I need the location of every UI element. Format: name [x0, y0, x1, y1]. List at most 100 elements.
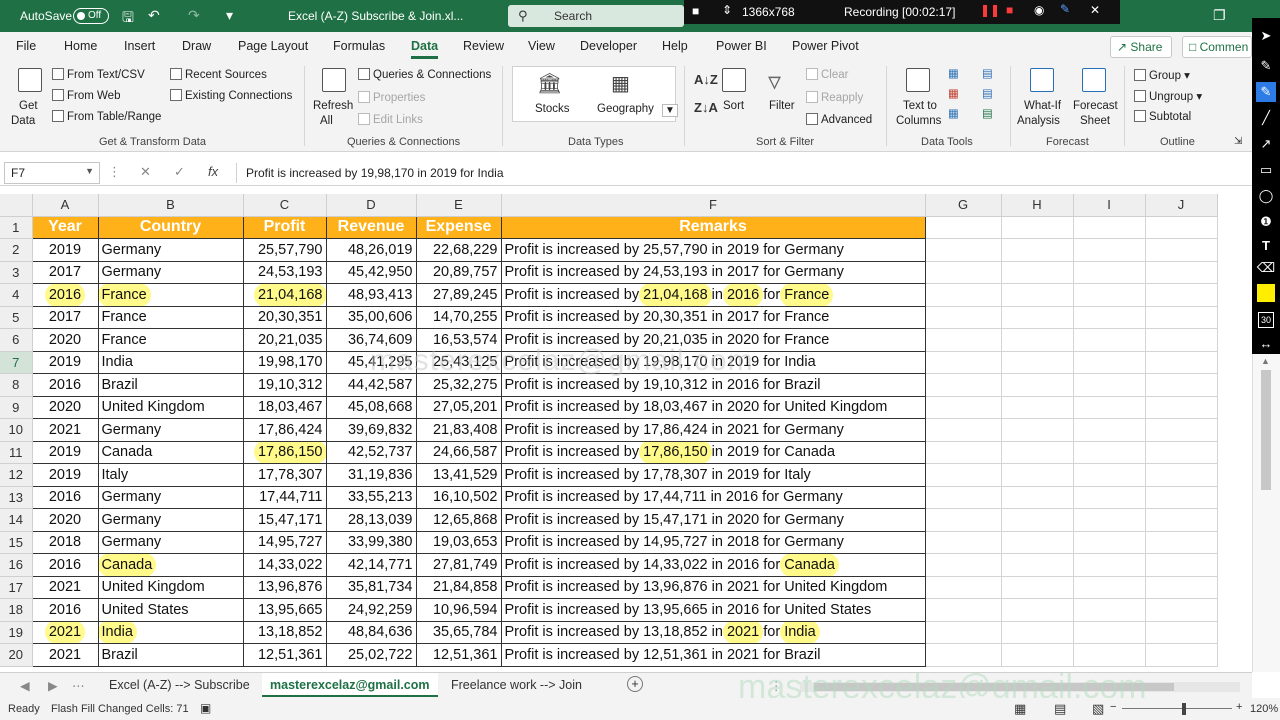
- cell-country[interactable]: Brazil: [97, 643, 244, 667]
- properties-button[interactable]: Properties: [358, 91, 425, 104]
- cell-profit[interactable]: 17,44,711: [242, 485, 327, 509]
- column-header-e[interactable]: E: [416, 194, 502, 217]
- empty-cell[interactable]: [1145, 283, 1218, 307]
- row-header[interactable]: 13: [0, 486, 33, 509]
- empty-cell[interactable]: [1001, 441, 1074, 464]
- name-box-dropdown-icon[interactable]: ▼: [85, 166, 94, 176]
- camera-icon[interactable]: ◉: [1034, 3, 1044, 17]
- empty-cell[interactable]: [1001, 306, 1074, 329]
- cell-year[interactable]: 2020: [31, 508, 99, 532]
- empty-cell[interactable]: [1145, 238, 1218, 262]
- get-data-button-label[interactable]: Data: [11, 115, 35, 127]
- cell-expense[interactable]: 14,70,255: [415, 305, 502, 329]
- forecast-sheet-button[interactable]: Forecast: [1073, 100, 1118, 112]
- empty-cell[interactable]: [1001, 328, 1074, 352]
- cell-country[interactable]: Canada: [97, 553, 244, 577]
- insert-function-icon[interactable]: fx: [208, 164, 218, 179]
- cell-year[interactable]: 2020: [31, 328, 99, 352]
- empty-cell[interactable]: [1073, 261, 1146, 284]
- empty-cell[interactable]: [1073, 396, 1146, 419]
- empty-cell[interactable]: [925, 351, 1002, 374]
- empty-cell[interactable]: [1145, 351, 1218, 374]
- cancel-icon[interactable]: ✕: [140, 164, 151, 180]
- queries-connections-button[interactable]: Queries & Connections: [358, 68, 491, 81]
- cell-remarks[interactable]: Profit is increased by 17,86,150 in 2019…: [500, 440, 926, 464]
- sort-button[interactable]: Sort: [723, 100, 744, 112]
- cell-profit[interactable]: 19,10,312: [242, 373, 327, 397]
- cell-year[interactable]: 2020: [31, 395, 99, 419]
- cell-expense[interactable]: 19,03,653: [415, 530, 502, 554]
- empty-cell[interactable]: [1145, 576, 1218, 599]
- zoom-out-icon[interactable]: −: [1110, 701, 1116, 713]
- from-text-csv-button[interactable]: From Text/CSV: [52, 68, 145, 81]
- search-box[interactable]: ⚲ Search: [508, 5, 684, 27]
- empty-cell[interactable]: [925, 486, 1002, 509]
- cell-expense[interactable]: 21,83,408: [415, 418, 502, 442]
- empty-cell[interactable]: [925, 463, 1002, 487]
- tab-formulas[interactable]: Formulas: [333, 39, 385, 53]
- cell-year[interactable]: 2019: [31, 238, 99, 262]
- cell-country[interactable]: France: [97, 305, 244, 329]
- advanced-button[interactable]: Advanced: [806, 113, 872, 126]
- zoom-slider-thumb[interactable]: [1182, 703, 1186, 715]
- cell-country[interactable]: Canada: [97, 440, 244, 464]
- cell-remarks[interactable]: Profit is increased by 13,96,876 in 2021…: [500, 575, 926, 599]
- column-header-i[interactable]: I: [1073, 194, 1146, 217]
- row-header[interactable]: 10: [0, 418, 33, 442]
- cell-year[interactable]: 2021: [31, 643, 99, 667]
- empty-cell[interactable]: [1145, 598, 1218, 622]
- row-header[interactable]: 8: [0, 373, 33, 397]
- edit-links-button[interactable]: Edit Links: [358, 113, 423, 126]
- empty-cell[interactable]: [925, 441, 1002, 464]
- text-to-columns-label[interactable]: Columns: [896, 115, 941, 127]
- prev-sheet-icon[interactable]: ◀: [20, 678, 30, 693]
- row-header[interactable]: 18: [0, 598, 33, 622]
- rectangle-icon[interactable]: ▭: [1256, 160, 1276, 180]
- empty-cell[interactable]: [1145, 441, 1218, 464]
- scroll-up-icon[interactable]: ▲: [1261, 356, 1270, 366]
- cell-expense[interactable]: 22,68,229: [415, 238, 502, 262]
- recent-sources-button[interactable]: Recent Sources: [170, 68, 267, 81]
- empty-cell[interactable]: [925, 576, 1002, 599]
- empty-cell[interactable]: [1001, 238, 1074, 262]
- cell-profit[interactable]: 13,18,852: [242, 620, 327, 644]
- empty-cell[interactable]: [925, 418, 1002, 442]
- cell-year[interactable]: 2016: [31, 598, 99, 622]
- cell-country[interactable]: France: [97, 283, 244, 307]
- cell-profit[interactable]: 14,95,727: [242, 530, 327, 554]
- cell-profit[interactable]: 17,86,424: [242, 418, 327, 442]
- from-table-range-button[interactable]: From Table/Range: [52, 110, 161, 123]
- empty-cell[interactable]: [925, 306, 1002, 329]
- cell-revenue[interactable]: 48,93,413: [325, 283, 417, 307]
- cell-remarks[interactable]: Profit is increased by 13,95,665 in 2016…: [500, 598, 926, 622]
- flash-fill-icon[interactable]: ▦: [948, 66, 959, 80]
- cell-year[interactable]: 2021: [31, 418, 99, 442]
- cell-revenue[interactable]: 48,84,636: [325, 620, 417, 644]
- cell-expense[interactable]: 12,65,868: [415, 508, 502, 532]
- row-header[interactable]: 2: [0, 238, 33, 262]
- cell-revenue[interactable]: 31,19,836: [325, 463, 417, 487]
- cell-remarks[interactable]: Profit is increased by 25,57,790 in 2019…: [500, 238, 926, 262]
- empty-cell[interactable]: [1073, 351, 1146, 374]
- tab-insert[interactable]: Insert: [124, 39, 155, 53]
- name-box[interactable]: F7 ▼: [4, 162, 100, 184]
- row-header[interactable]: 6: [0, 328, 33, 352]
- tab-draw[interactable]: Draw: [182, 39, 211, 53]
- column-header-g[interactable]: G: [925, 194, 1002, 217]
- empty-cell[interactable]: [1001, 598, 1074, 622]
- cell-country[interactable]: Germany: [97, 485, 244, 509]
- empty-cell[interactable]: [925, 621, 1002, 644]
- tab-page-layout[interactable]: Page Layout: [238, 39, 308, 53]
- select-all-corner[interactable]: [0, 194, 33, 217]
- cell-expense[interactable]: 10,96,594: [415, 598, 502, 622]
- stop-icon[interactable]: ■: [1006, 3, 1013, 17]
- autosave-toggle[interactable]: Off: [73, 8, 109, 24]
- remove-duplicates-icon[interactable]: ▦: [948, 86, 959, 100]
- enter-icon[interactable]: ✓: [174, 164, 185, 180]
- cell-year[interactable]: 2019: [31, 440, 99, 464]
- column-header-b[interactable]: B: [98, 194, 244, 217]
- empty-cell[interactable]: [1001, 373, 1074, 397]
- data-model-icon[interactable]: ▤: [982, 106, 993, 120]
- empty-cell[interactable]: [1001, 576, 1074, 599]
- cell-expense[interactable]: 20,89,757: [415, 260, 502, 284]
